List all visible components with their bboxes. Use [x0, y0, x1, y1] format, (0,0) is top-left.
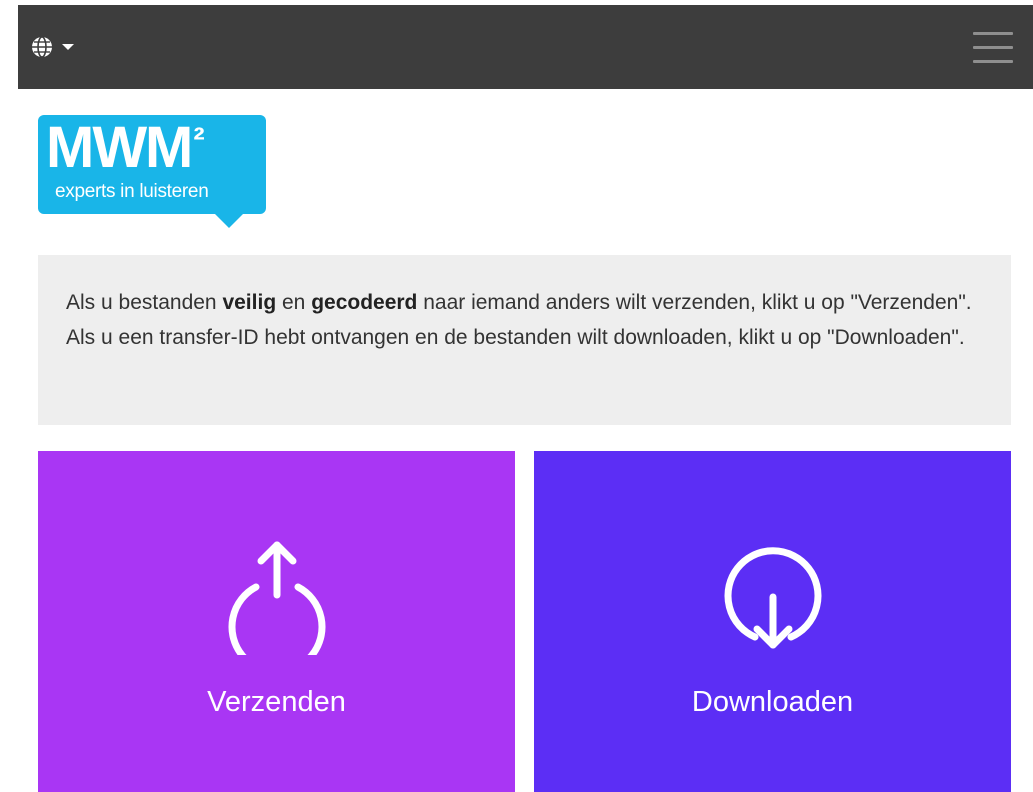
logo-mark-text: MWM [46, 115, 193, 180]
send-button[interactable]: Verzenden [38, 451, 515, 792]
menu-toggle-button[interactable] [973, 32, 1013, 66]
brand-logo[interactable]: MWM² experts in luisteren [38, 115, 266, 229]
send-label: Verzenden [207, 686, 346, 718]
logo-speech-tail [214, 213, 244, 228]
intro-text-part: en [276, 291, 312, 314]
intro-text: Als u bestanden veilig en gecodeerd naar… [38, 255, 1011, 425]
globe-icon [32, 36, 52, 58]
logo-tagline: experts in luisteren [55, 181, 209, 202]
download-button[interactable]: Downloaden [534, 451, 1011, 792]
caret-down-icon [62, 44, 74, 50]
hamburger-icon-line [973, 46, 1013, 49]
top-navbar [18, 5, 1033, 89]
logo-superscript: ² [193, 121, 204, 159]
upload-icon [228, 541, 325, 655]
intro-bold-gecodeerd: gecodeerd [311, 291, 418, 314]
language-selector[interactable] [31, 34, 91, 60]
logo-mark: MWM² [46, 115, 205, 180]
hamburger-icon-line [973, 32, 1013, 35]
intro-text-part: Als u bestanden [66, 291, 223, 314]
download-label: Downloaden [691, 686, 854, 718]
hamburger-icon-line [973, 60, 1013, 63]
intro-bold-veilig: veilig [222, 291, 277, 314]
download-icon [724, 547, 821, 649]
